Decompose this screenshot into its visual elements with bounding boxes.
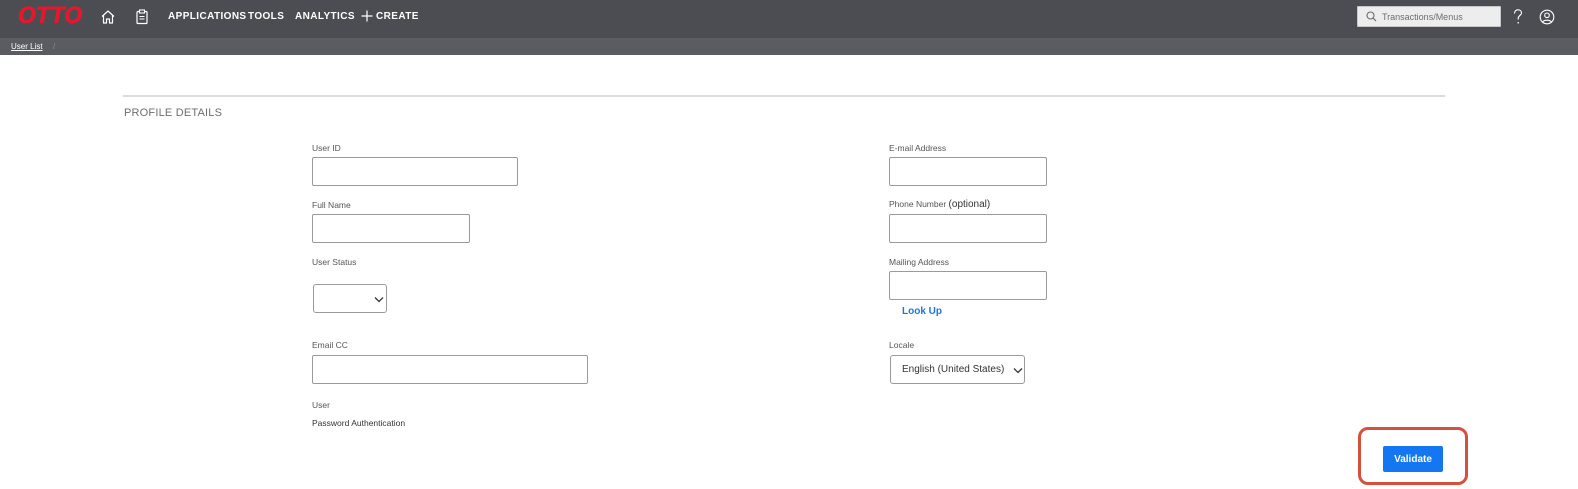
top-navigation-bar: OTTO APPLICATIONS TOOLS ANALYTICS CREATE: [0, 0, 1578, 38]
mailing-address-input[interactable]: [889, 271, 1047, 300]
breadcrumb-separator: /: [53, 42, 56, 51]
search-icon: [1366, 11, 1377, 22]
search-box[interactable]: [1357, 6, 1501, 27]
locale-select[interactable]: English (United States): [890, 355, 1025, 384]
brand-logo[interactable]: OTTO: [18, 4, 83, 30]
phone-optional-text: (optional): [948, 199, 991, 210]
account-icon[interactable]: [1539, 9, 1555, 25]
user-auth-value: Password Authentication: [312, 418, 406, 428]
mailing-address-label: Mailing Address: [889, 257, 950, 267]
search-input[interactable]: [1382, 8, 1498, 25]
user-auth-label: User: [312, 400, 330, 410]
look-up-link[interactable]: Look Up: [902, 306, 942, 318]
home-icon[interactable]: [100, 9, 116, 25]
user-id-input[interactable]: [312, 157, 518, 186]
user-id-label: User ID: [312, 143, 341, 153]
phone-input[interactable]: [889, 214, 1047, 243]
clipboard-icon[interactable]: [134, 9, 150, 25]
section-title: PROFILE DETAILS: [124, 107, 223, 119]
breadcrumb-user-list[interactable]: User List: [11, 41, 43, 52]
email-input[interactable]: [889, 157, 1047, 186]
locale-value: English (United States): [902, 364, 1005, 375]
chevron-down-icon: [374, 297, 384, 303]
help-icon[interactable]: [1510, 8, 1526, 26]
full-name-label: Full Name: [312, 200, 351, 210]
email-cc-input[interactable]: [312, 355, 588, 384]
nav-tools[interactable]: TOOLS: [248, 11, 284, 23]
locale-label: Locale: [889, 340, 915, 350]
validate-button[interactable]: Validate: [1383, 446, 1443, 472]
nav-applications[interactable]: APPLICATIONS: [168, 11, 247, 23]
email-label: E-mail Address: [889, 143, 947, 153]
chevron-down-icon: [1013, 368, 1023, 374]
user-status-label: User Status: [312, 257, 357, 267]
breadcrumb-bar: User List /: [0, 38, 1578, 55]
full-name-input[interactable]: [312, 214, 470, 243]
phone-label: Phone Number (optional): [889, 199, 990, 210]
nav-create[interactable]: CREATE: [376, 11, 419, 23]
section-divider: [123, 95, 1445, 97]
nav-analytics[interactable]: ANALYTICS: [295, 11, 355, 23]
user-status-select[interactable]: [313, 284, 387, 313]
email-cc-label: Email CC: [312, 340, 348, 350]
phone-label-text: Phone Number: [889, 199, 947, 209]
plus-icon[interactable]: [361, 9, 373, 23]
